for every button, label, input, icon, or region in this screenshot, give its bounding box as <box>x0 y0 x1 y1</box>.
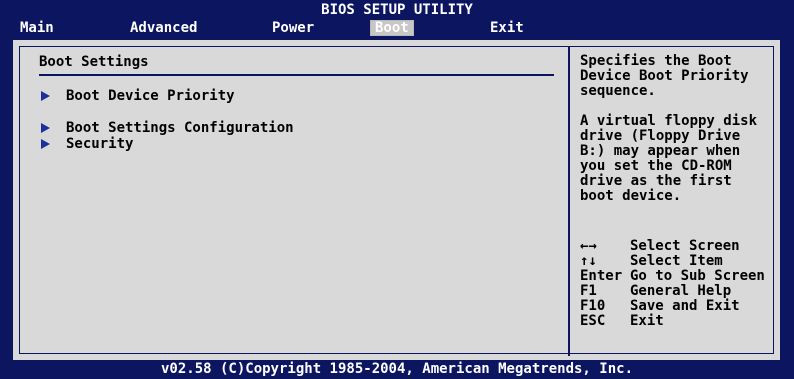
key-row-enter: Enter Go to Sub Screen <box>580 269 784 284</box>
tab-exit[interactable]: Exit <box>490 20 524 36</box>
settings-pane: Boot Settings Boot Device Priority Boot … <box>13 40 559 360</box>
submenu-arrow-icon <box>41 123 50 133</box>
key-desc: Save and Exit <box>630 298 740 314</box>
key-desc: Go to Sub Screen <box>630 268 765 284</box>
main-panel: Boot Settings Boot Device Priority Boot … <box>11 38 782 362</box>
key-label: F1 <box>580 283 597 299</box>
key-desc: Select Screen <box>630 238 740 254</box>
key-row-select-item: ↑↓ Select Item <box>580 254 784 269</box>
menu-item-label: Boot Settings Configuration <box>66 120 294 136</box>
menu-item-label: Boot Device Priority <box>66 88 235 104</box>
section-title: Boot Settings <box>39 54 149 70</box>
menu-item-label: Security <box>66 136 134 152</box>
key-legend: ←→ Select Screen ↑↓ Select Item Enter Go… <box>580 239 784 329</box>
submenu-arrow-icon <box>41 91 50 101</box>
up-down-arrows-icon: ↑↓ <box>580 253 597 269</box>
submenu-arrow-icon <box>41 139 50 149</box>
help-text: Specifies the Boot Device Boot Priority … <box>580 53 758 204</box>
key-desc: General Help <box>630 283 732 299</box>
copyright-footer: v02.58 (C)Copyright 1985-2004, American … <box>160 361 633 377</box>
tab-boot[interactable]: Boot <box>370 20 414 36</box>
tab-power[interactable]: Power <box>272 20 314 36</box>
key-row-f1: F1 General Help <box>580 284 784 299</box>
tab-main[interactable]: Main <box>20 20 54 36</box>
key-row-select-screen: ←→ Select Screen <box>580 239 784 254</box>
section-rule <box>39 74 554 76</box>
key-desc: Select Item <box>630 253 723 269</box>
left-right-arrows-icon: ←→ <box>580 238 597 254</box>
key-row-f10: F10 Save and Exit <box>580 299 784 314</box>
tab-advanced[interactable]: Advanced <box>130 20 197 36</box>
top-bar: BIOS SETUP UTILITY Main Advanced Power B… <box>0 0 794 36</box>
bios-title: BIOS SETUP UTILITY <box>321 2 473 18</box>
menu-item-security[interactable]: Security <box>39 136 133 152</box>
key-label: F10 <box>580 298 606 314</box>
pane-divider <box>568 46 570 356</box>
key-desc: Exit <box>630 313 664 329</box>
menu-item-boot-device-priority[interactable]: Boot Device Priority <box>39 88 235 104</box>
menu-item-boot-settings-configuration[interactable]: Boot Settings Configuration <box>39 120 294 136</box>
key-row-esc: ESC Exit <box>580 314 784 329</box>
key-label: Enter <box>580 268 623 284</box>
key-label: ESC <box>580 313 606 329</box>
